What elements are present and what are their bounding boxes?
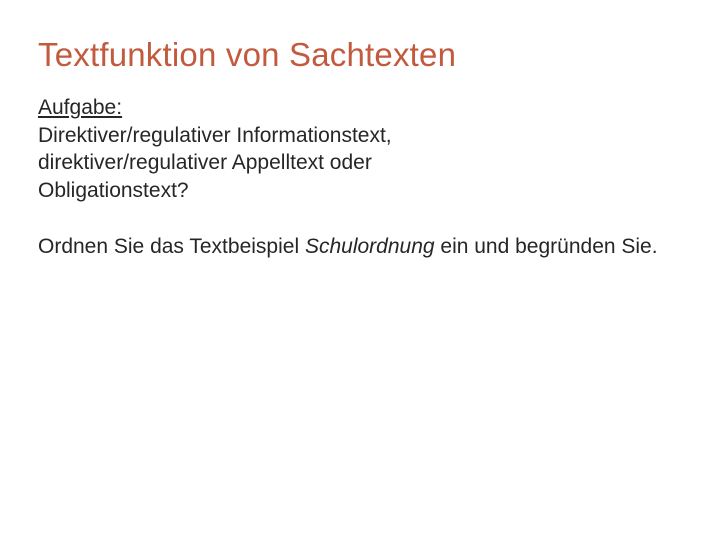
instruction-post: ein und begründen Sie. <box>435 235 658 258</box>
task-line-3: Obligationstext? <box>38 179 189 202</box>
task-line-1: Direktiver/regulativer Informationstext, <box>38 124 392 147</box>
slide-body: Aufgabe: Direktiver/regulativer Informat… <box>38 94 682 261</box>
slide-title: Textfunktion von Sachtexten <box>38 28 682 74</box>
task-line-2: direktiver/regulativer Appelltext oder <box>38 151 372 174</box>
instruction-italic: Schulordnung <box>305 235 435 258</box>
task-label: Aufgabe: <box>38 96 122 119</box>
instruction-paragraph: Ordnen Sie das Textbeispiel Schulordnung… <box>38 233 682 261</box>
task-paragraph: Aufgabe: Direktiver/regulativer Informat… <box>38 94 682 205</box>
instruction-pre: Ordnen Sie das Textbeispiel <box>38 235 305 258</box>
slide: Textfunktion von Sachtexten Aufgabe: Dir… <box>0 0 720 540</box>
